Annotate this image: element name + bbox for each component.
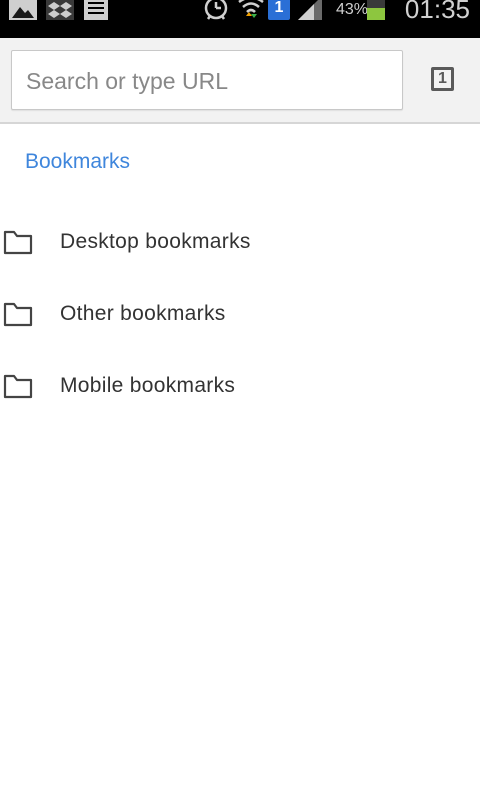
browser-toolbar: 1 [0,38,480,124]
bookmark-folder-mobile[interactable]: Mobile bookmarks [0,351,480,423]
tab-switcher-button[interactable]: 1 [426,64,462,98]
folder-icon [3,230,33,255]
bookmark-folder-other[interactable]: Other bookmarks [0,279,480,351]
notes-icon [84,0,108,20]
tab-count: 1 [431,67,454,91]
battery-percent: 43% [335,1,368,18]
folder-icon [3,302,33,327]
bookmark-folder-label: Desktop bookmarks [60,230,251,253]
battery-icon [367,0,385,20]
system-icons: 1 43% 01:35 [190,0,480,38]
wifi-icon [238,0,264,18]
bookmark-folder-label: Other bookmarks [60,302,226,325]
sim-icon: 1 [268,0,290,20]
bookmark-folder-desktop[interactable]: Desktop bookmarks [0,207,480,279]
clock: 01:35 [404,0,470,24]
gallery-icon [9,0,37,20]
search-input[interactable] [24,51,396,111]
status-bar: 1 43% 01:35 [0,0,480,38]
page-title: Bookmarks [25,150,131,173]
signal-icon [298,0,322,20]
dropbox-icon [46,0,74,20]
folder-icon [3,374,33,399]
omnibox[interactable] [11,50,403,111]
alarm-icon [204,0,228,20]
bookmark-folder-label: Mobile bookmarks [60,374,236,397]
